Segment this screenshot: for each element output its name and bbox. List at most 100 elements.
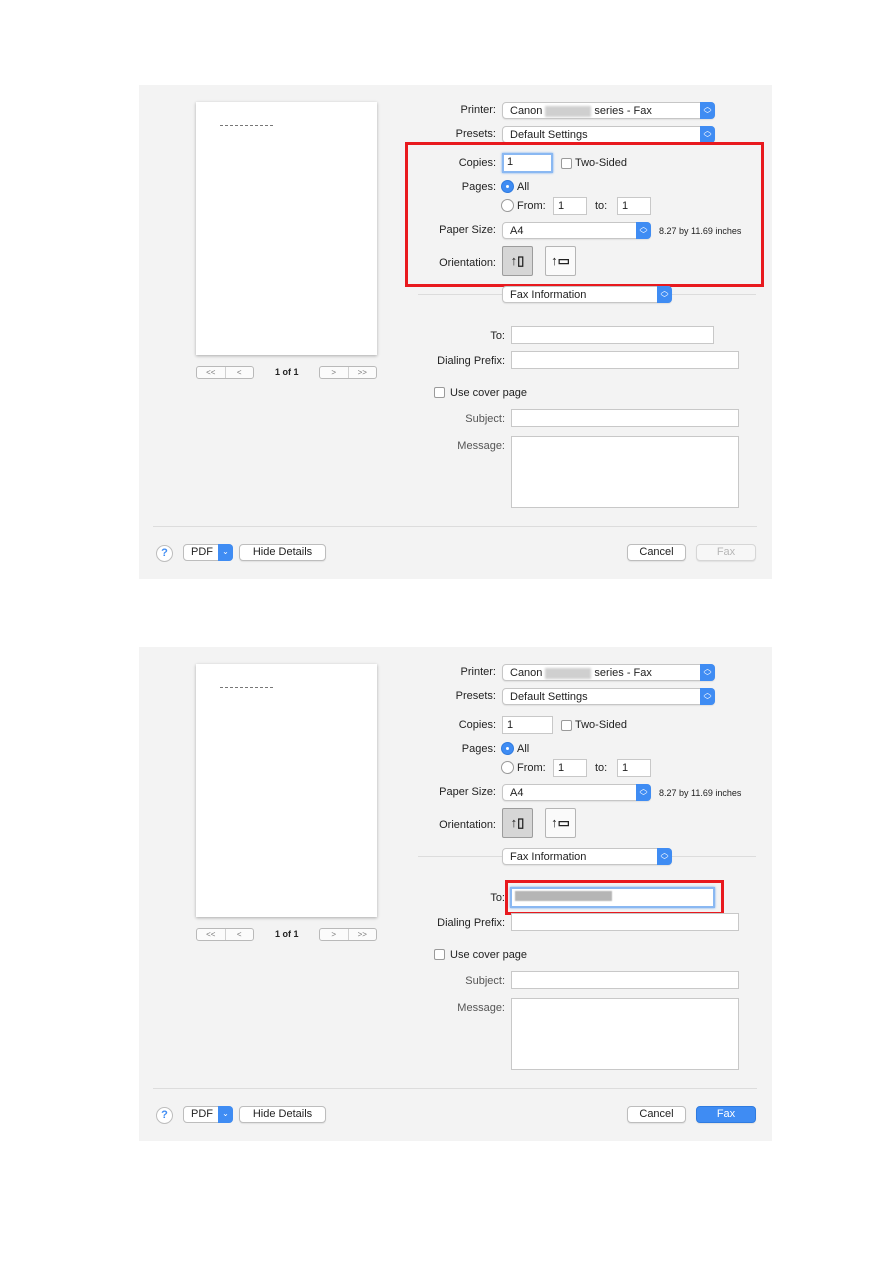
pages-from-radio[interactable]: [501, 761, 514, 774]
updown-chevron-icon: ︿ ﹀: [700, 102, 715, 119]
help-button[interactable]: ?: [156, 1107, 173, 1124]
updown-chevron-icon: ︿ ﹀: [700, 664, 715, 681]
print-dialog-fax-settings: << < 1 of 1 > >> Printer: Canon series - …: [139, 85, 772, 579]
dialing-prefix-label: Dialing Prefix:: [437, 355, 505, 367]
landscape-orientation-button[interactable]: ↑▭: [545, 808, 576, 838]
pages-from-input[interactable]: 1: [553, 759, 587, 777]
page-preview: [196, 102, 377, 355]
chevron-down-icon: ⌄: [218, 544, 233, 561]
fax-button[interactable]: Fax: [696, 1106, 756, 1123]
printer-select[interactable]: Canon series - Fax ︿ ﹀: [502, 664, 715, 681]
next-page-button[interactable]: >: [320, 367, 348, 378]
pages-all-label: All: [517, 743, 530, 755]
use-cover-page-label: Use cover page: [450, 949, 528, 961]
section-select[interactable]: Fax Information ︿ ﹀: [502, 848, 672, 865]
preview-text-line: [220, 687, 273, 689]
copies-input[interactable]: 1: [502, 716, 553, 734]
last-page-button[interactable]: >>: [347, 929, 377, 940]
footer-separator: [153, 1088, 757, 1089]
to-input[interactable]: [511, 326, 714, 344]
updown-chevron-icon: ︿ ﹀: [700, 688, 715, 705]
prev-page-button[interactable]: <: [224, 929, 254, 940]
section-value: Fax Information: [510, 289, 587, 301]
updown-chevron-icon: ︿ ﹀: [657, 848, 672, 865]
subject-input[interactable]: [511, 971, 739, 989]
portrait-orientation-button[interactable]: ↑▯: [502, 808, 533, 838]
message-textarea[interactable]: [511, 998, 739, 1070]
presets-value: Default Settings: [510, 691, 588, 703]
subject-label: Subject:: [465, 975, 505, 987]
hide-details-button[interactable]: Hide Details: [239, 544, 326, 561]
first-page-button[interactable]: <<: [197, 929, 225, 940]
to-label: To:: [490, 892, 505, 904]
use-cover-page-checkbox[interactable]: [434, 387, 445, 398]
print-dialog-fax-number-entered: << < 1 of 1 > >> Printer: Canon series - …: [139, 647, 772, 1141]
next-page-button[interactable]: >: [320, 929, 348, 940]
message-textarea[interactable]: [511, 436, 739, 508]
pdf-label: PDF: [191, 1108, 213, 1120]
paper-size-select[interactable]: A4 ︿ ﹀: [502, 784, 651, 801]
preview-nav-back: << <: [196, 928, 254, 941]
presets-select[interactable]: Default Settings ︿ ﹀: [502, 126, 715, 143]
use-cover-page-label: Use cover page: [450, 387, 528, 399]
hide-details-button[interactable]: Hide Details: [239, 1106, 326, 1123]
pdf-menu-button[interactable]: PDF ⌄: [183, 1106, 233, 1123]
section-select[interactable]: Fax Information ︿ ﹀: [502, 286, 672, 303]
preview-nav-forward: > >>: [319, 928, 377, 941]
fax-button[interactable]: Fax: [696, 544, 756, 561]
printer-name-prefix: Canon: [510, 667, 543, 679]
dialing-prefix-label: Dialing Prefix:: [437, 917, 505, 929]
portrait-icon: ↑▯: [510, 815, 525, 830]
redacted-model: [545, 105, 592, 117]
paper-size-label: Paper Size:: [439, 786, 496, 798]
preview-nav-forward: > >>: [319, 366, 377, 379]
dialing-prefix-input[interactable]: [511, 351, 739, 369]
landscape-icon: ↑▭: [551, 815, 570, 830]
paper-dimensions: 8.27 by 11.69 inches: [659, 788, 742, 798]
updown-chevron-icon: ︿ ﹀: [700, 126, 715, 143]
two-sided-checkbox[interactable]: [561, 720, 572, 731]
redacted-model: [545, 667, 592, 679]
presets-label: Presets:: [455, 690, 496, 702]
dialing-prefix-input[interactable]: [511, 913, 739, 931]
highlight-box: [405, 142, 764, 287]
subject-label: Subject:: [465, 413, 505, 425]
message-label: Message:: [457, 440, 505, 452]
presets-select[interactable]: Default Settings ︿ ﹀: [502, 688, 715, 705]
page-counter: 1 of 1: [275, 929, 299, 939]
highlight-box: [505, 880, 724, 915]
chevron-down-icon: ⌄: [218, 1106, 233, 1123]
help-button[interactable]: ?: [156, 545, 173, 562]
preview-text-line: [220, 125, 273, 127]
cancel-button[interactable]: Cancel: [627, 544, 686, 561]
prev-page-button[interactable]: <: [224, 367, 254, 378]
pages-all-radio[interactable]: [501, 742, 514, 755]
pdf-label: PDF: [191, 546, 213, 558]
page-preview: [196, 664, 377, 917]
orientation-label: Orientation:: [439, 819, 496, 831]
subject-input[interactable]: [511, 409, 739, 427]
footer-separator: [153, 526, 757, 527]
use-cover-page-checkbox[interactable]: [434, 949, 445, 960]
pages-from-label: From:: [517, 762, 546, 774]
first-page-button[interactable]: <<: [197, 367, 225, 378]
page-counter: 1 of 1: [275, 367, 299, 377]
printer-label: Printer:: [460, 104, 496, 116]
pages-to-input[interactable]: 1: [617, 759, 651, 777]
pages-to-label: to:: [595, 762, 608, 774]
updown-chevron-icon: ︿ ﹀: [636, 784, 651, 801]
message-label: Message:: [457, 1002, 505, 1014]
printer-name-suffix: series - Fax: [594, 105, 652, 117]
printer-name-prefix: Canon: [510, 105, 543, 117]
printer-label: Printer:: [460, 666, 496, 678]
last-page-button[interactable]: >>: [347, 367, 377, 378]
printer-select[interactable]: Canon series - Fax ︿ ﹀: [502, 102, 715, 119]
to-label: To:: [490, 330, 505, 342]
section-value: Fax Information: [510, 851, 587, 863]
cancel-button[interactable]: Cancel: [627, 1106, 686, 1123]
paper-size-value: A4: [510, 787, 524, 799]
pdf-menu-button[interactable]: PDF ⌄: [183, 544, 233, 561]
updown-chevron-icon: ︿ ﹀: [657, 286, 672, 303]
presets-label: Presets:: [455, 128, 496, 140]
two-sided-label: Two-Sided: [575, 719, 627, 731]
